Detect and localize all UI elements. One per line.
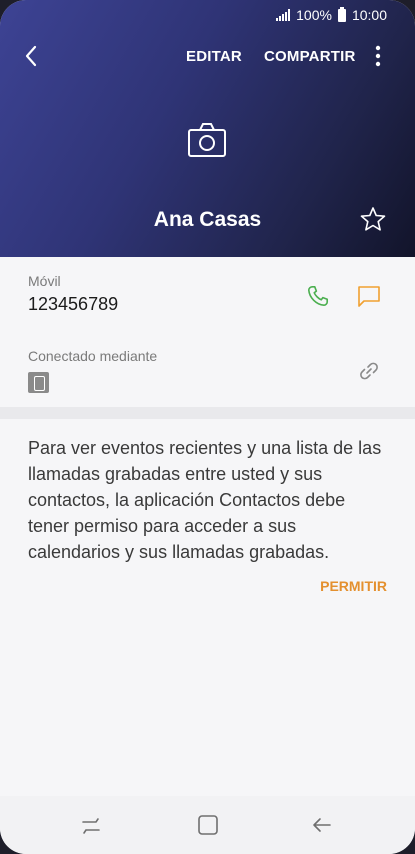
- more-options-icon[interactable]: [370, 44, 386, 68]
- camera-icon[interactable]: [187, 122, 227, 158]
- call-icon[interactable]: [305, 283, 331, 309]
- contact-info-card: Móvil 123456789 Conectado mediante: [0, 257, 415, 407]
- phone-device-icon: [28, 372, 49, 393]
- permission-message: Para ver eventos recientes y una lista d…: [28, 438, 382, 562]
- contact-header: 100% 10:00 EDITAR COMPARTIR Ana Casas: [0, 0, 415, 257]
- message-icon[interactable]: [356, 283, 382, 309]
- connected-via-label: Conectado mediante: [28, 348, 158, 364]
- contact-name: Ana Casas: [153, 208, 262, 231]
- home-icon[interactable]: [195, 812, 221, 838]
- app-bar: EDITAR COMPARTIR: [0, 38, 415, 74]
- status-bar: 100% 10:00: [0, 0, 415, 30]
- edit-button[interactable]: EDITAR: [186, 48, 242, 65]
- favorite-star-icon[interactable]: [360, 206, 386, 232]
- recent-apps-icon[interactable]: [78, 812, 104, 838]
- contact-detail-screen: 100% 10:00 EDITAR COMPARTIR Ana Casas Mó…: [0, 0, 415, 854]
- clock: 10:00: [351, 7, 387, 23]
- back-arrow-icon[interactable]: [20, 44, 44, 68]
- link-icon[interactable]: [357, 359, 381, 383]
- nav-back-icon[interactable]: [309, 812, 335, 838]
- share-button[interactable]: COMPARTIR: [264, 48, 356, 65]
- phone-number[interactable]: 123456789: [28, 294, 118, 315]
- permit-button[interactable]: PERMITIR: [320, 578, 387, 594]
- battery-icon: [337, 6, 346, 22]
- navigation-bar: [0, 796, 415, 854]
- section-divider: [0, 407, 415, 419]
- phone-type-label: Móvil: [28, 273, 61, 289]
- battery-percent: 100%: [296, 7, 332, 23]
- permission-section: Para ver eventos recientes y una lista d…: [0, 419, 415, 799]
- signal-icon: [276, 9, 291, 21]
